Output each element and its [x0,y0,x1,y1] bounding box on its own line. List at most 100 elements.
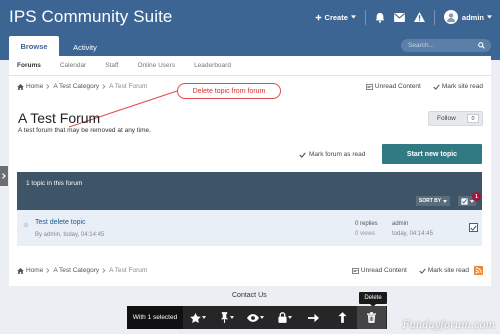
home-icon [17,83,24,90]
checkmark-icon [299,152,306,158]
topic-replies: 0 replies [355,221,378,227]
chevron-right-icon [46,268,50,273]
bottom-quick-links: Unread Content Mark site read [340,267,469,274]
arrow-right-icon [308,313,319,322]
last-poster[interactable]: admin [392,219,433,229]
start-new-topic-button[interactable]: Start new topic [382,144,482,164]
topic-title-link[interactable]: Test delete topic [35,219,86,226]
mark-site-read-link[interactable]: Mark site read [433,83,483,90]
topic-list-header: 1 topic in this forum SORT BY [17,172,482,210]
subnav-forums[interactable]: Forums [17,62,41,69]
forum-description: A test forum that may be removed at any … [18,127,151,134]
tab-activity[interactable]: Activity [64,38,106,56]
bell-icon[interactable] [375,12,385,23]
checkmark-icon [433,84,440,90]
search-icon[interactable] [478,42,485,49]
mark-forum-read-link[interactable]: Mark forum as read [299,151,365,158]
sort-by-button[interactable]: SORT BY [416,196,450,206]
lock-button[interactable] [270,306,299,329]
trash-icon [367,312,376,323]
topic-views: 0 views [355,231,376,237]
user-bar: Create admin [315,9,492,25]
unread-icon [365,83,373,90]
create-label: Create [324,12,348,22]
unread-content-label: Unread Content [374,83,421,90]
subnav-online-users[interactable]: Online Users [138,62,176,69]
breadcrumb-home[interactable]: Home [17,83,43,90]
feature-button[interactable] [183,306,212,329]
site-brand[interactable]: IPS Community Suite [9,7,172,27]
checkmark-icon [419,268,426,274]
moderation-bar: With 1 selected [127,306,387,329]
follow-label: Follow [437,115,456,122]
topic-last-post: admin today, 04:14:45 [392,219,433,239]
chevron-right-icon [46,84,50,89]
breadcrumb-category[interactable]: A Test Category [53,83,99,90]
username: admin [461,12,484,22]
mark-forum-read-label: Mark forum as read [309,151,366,158]
unread-content-link[interactable]: Unread Content [365,83,421,90]
warning-icon[interactable] [413,12,425,22]
topic-row[interactable]: Test delete topic By admin, today, 04:14… [17,210,482,246]
caret-down-icon [487,15,492,19]
rss-icon[interactable] [474,266,483,275]
breadcrumb-current: A Test Forum [109,267,148,274]
envelope-icon[interactable] [394,12,405,22]
create-menu-button[interactable]: Create [315,13,356,22]
plus-icon [315,14,322,21]
pin-icon [220,312,228,323]
caret-down-icon [201,316,206,319]
search-input[interactable]: Search... [401,39,491,52]
star-icon [189,312,201,323]
unread-content-link[interactable]: Unread Content [351,267,407,274]
tab-browse[interactable]: Browse [9,36,59,56]
subnav-calendar[interactable]: Calendar [60,62,86,69]
divider [364,9,366,25]
site-header: IPS Community Suite Create admin Browse … [0,0,500,60]
merge-icon [338,312,347,323]
follow-button[interactable]: Follow 0 [428,111,483,126]
breadcrumb-home-label: Home [26,267,44,274]
read-status-icon [23,222,29,228]
mark-site-read-label: Mark site read [441,83,483,90]
merge-button[interactable] [328,306,357,329]
annotation-callout: Delete topic from forum [177,83,281,99]
eye-icon [247,313,259,322]
topic-stats: 0 replies 0 views [355,219,378,239]
user-menu[interactable]: admin [462,13,492,22]
breadcrumb-category[interactable]: A Test Category [53,267,99,274]
topic-meta: By admin, today, 04:14:45 [35,232,105,238]
mark-site-read-label: Mark site read [427,267,469,274]
contact-us-link[interactable]: Contact Us [232,292,267,299]
subnav-staff[interactable]: Staff [105,62,118,69]
page-title: A Test Forum [18,110,101,126]
breadcrumb-home[interactable]: Home [17,267,43,274]
selected-count-label: With 1 selected [127,306,183,329]
selected-count-badge: 1 [472,192,481,201]
topic-select-checkbox[interactable] [469,223,478,232]
caret-down-icon [287,316,292,319]
breadcrumb: Home A Test Category A Test Forum [17,83,147,90]
subnav-leaderboard[interactable]: Leaderboard [194,62,231,69]
delete-button[interactable] [357,306,386,329]
breadcrumb-home-label: Home [26,83,44,90]
checkbox-icon [460,197,468,205]
visibility-button[interactable] [241,306,270,329]
home-icon [17,267,24,274]
caret-down-icon [443,199,448,203]
sidebar-toggle[interactable] [0,166,8,186]
delete-tooltip: Delete [359,292,387,307]
mark-site-read-link[interactable]: Mark site read [419,267,469,274]
sub-navigation: Forums Calendar Staff Online Users Leade… [9,56,491,76]
follower-count: 0 [467,114,479,123]
breadcrumb-bottom: Home A Test Category A Test Forum [17,267,147,274]
chevron-right-icon [102,268,106,273]
unread-content-label: Unread Content [360,267,407,274]
pin-button[interactable] [212,306,241,329]
top-quick-links: Unread Content Mark site read [354,83,483,90]
move-button[interactable] [299,306,328,329]
avatar[interactable] [443,10,458,24]
lock-icon [277,312,287,323]
divider [433,9,435,25]
topic-count: 1 topic in this forum [26,180,83,187]
